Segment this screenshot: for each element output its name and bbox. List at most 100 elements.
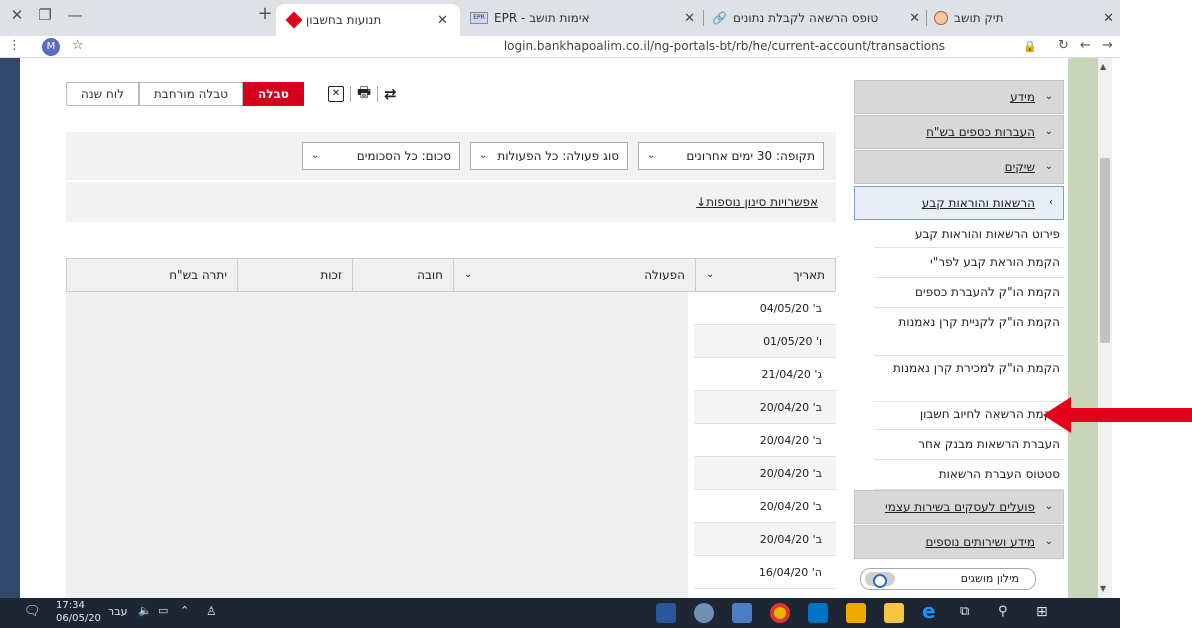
- people-icon[interactable]: ♙: [206, 604, 217, 618]
- app-icon[interactable]: [694, 603, 714, 623]
- search-icon[interactable]: ⚲: [998, 604, 1008, 619]
- column-debit[interactable]: חובה: [352, 259, 453, 291]
- chevron-down-icon: ⌄: [311, 150, 320, 161]
- glossary-toggle[interactable]: [865, 572, 895, 588]
- reload-icon[interactable]: ↻: [1058, 38, 1069, 53]
- volume-icon[interactable]: 🔈: [138, 604, 152, 617]
- sidebar-item-pri-order[interactable]: הקמת הוראת קבע לפר"י: [874, 252, 1064, 278]
- close-tab-icon[interactable]: ✕: [909, 11, 920, 26]
- swap-icon[interactable]: ⇄: [384, 85, 397, 103]
- tab-epr[interactable]: ✕ אימות תושב - EPR EPR: [470, 6, 695, 30]
- print-icon[interactable]: 🖶: [357, 82, 371, 107]
- chrome-icon[interactable]: [770, 603, 790, 623]
- tab-resident-file[interactable]: ✕ תיק תושב: [934, 6, 1114, 30]
- sidebar-section-transfers[interactable]: ⌄ העברות כספים בש"ח: [854, 115, 1064, 149]
- task-view-icon[interactable]: ⧉: [960, 604, 969, 619]
- column-credit[interactable]: זכות: [237, 259, 352, 291]
- table-row[interactable]: ב' 20/04/20: [694, 457, 836, 490]
- sidebar-item-transfer-order[interactable]: הקמת הו"ק להעברת כספים: [874, 282, 1064, 308]
- scroll-thumb[interactable]: [1100, 158, 1110, 343]
- sidebar-item-authorizations-status[interactable]: סטטוס העברת הרשאות: [874, 464, 1064, 490]
- chevron-down-icon: ⌄: [1044, 161, 1053, 172]
- column-action-label: הפעולה: [644, 268, 685, 282]
- windows-start-icon[interactable]: ⊞: [1036, 604, 1048, 620]
- app-icon[interactable]: [732, 603, 752, 623]
- chevron-up-icon[interactable]: ⌃: [180, 604, 189, 617]
- column-debit-label: חובה: [417, 268, 443, 282]
- avatar[interactable]: M: [42, 38, 60, 56]
- sidebar-section-label: שיקים: [1004, 160, 1035, 174]
- chevron-down-icon: ⌄: [479, 150, 488, 161]
- sidebar-item-sell-fund-order[interactable]: הקמת הו"ק למכירת קרן נאמנות: [874, 358, 1064, 402]
- action-type-dropdown[interactable]: סוג פעולה: כל הפעולות ⌄: [470, 142, 628, 170]
- tab-title: תנועות בחשבון: [306, 13, 382, 27]
- chevron-down-icon: ⌄: [647, 150, 656, 161]
- network-icon[interactable]: ▭: [158, 604, 168, 617]
- column-balance[interactable]: יתרה בש"ח: [67, 259, 237, 291]
- store-icon[interactable]: [846, 603, 866, 623]
- view-extended-button[interactable]: טבלה מורחבת: [138, 82, 243, 106]
- minimize-window-icon[interactable]: —: [64, 6, 86, 24]
- chevron-down-icon: ⌄: [1044, 126, 1053, 137]
- forward-icon[interactable]: →: [1102, 38, 1113, 53]
- sidebar-item-transfer-authorizations[interactable]: העברת הרשאות מבנק אחר: [874, 434, 1064, 460]
- star-icon[interactable]: ☆: [72, 38, 84, 53]
- notification-icon[interactable]: 🗨: [24, 604, 41, 619]
- column-date[interactable]: תאריך ⌄: [695, 259, 835, 291]
- tab-transactions[interactable]: ✕ תנועות בחשבון: [276, 4, 460, 36]
- column-credit-label: זכות: [320, 268, 342, 282]
- glossary-toggle-box[interactable]: מילון מושגים: [860, 568, 1036, 590]
- sidebar-section-more-services[interactable]: ⌄ מידע ושירותים נוספים: [854, 525, 1064, 559]
- page-scrollbar[interactable]: ▲ ▼: [1098, 58, 1112, 598]
- table-row[interactable]: ב' 20/04/20: [694, 391, 836, 424]
- advanced-filter-link[interactable]: אפשרויות סינון נוספות↓: [696, 195, 818, 209]
- link-icon: 🔗: [712, 11, 727, 25]
- view-calendar-button[interactable]: לוח שנה: [66, 82, 139, 106]
- sidebar-section-info[interactable]: ⌄ מידע: [854, 80, 1064, 114]
- close-window-icon[interactable]: ✕: [6, 6, 28, 24]
- amount-dropdown[interactable]: סכום: כל הסכומים ⌄: [302, 142, 460, 170]
- language-indicator[interactable]: עבר: [108, 605, 127, 618]
- clock[interactable]: 17:34 06/05/20: [56, 599, 101, 625]
- url-field[interactable]: login.bankhapoalim.co.il/ng-portals-bt/r…: [504, 39, 945, 53]
- table-row[interactable]: ב' 04/05/20: [694, 292, 836, 325]
- new-tab-button[interactable]: +: [254, 3, 276, 24]
- table-row[interactable]: ו' 01/05/20: [694, 325, 836, 358]
- tab-divider: [703, 10, 704, 26]
- edge-icon[interactable]: e: [922, 599, 936, 623]
- table-row[interactable]: ב' 20/04/20: [694, 424, 836, 457]
- view-table-button[interactable]: טבלה: [242, 82, 304, 106]
- menu-icon[interactable]: ⋮: [8, 38, 21, 53]
- column-action[interactable]: הפעולה ⌄: [453, 259, 695, 291]
- tab-title: אימות תושב - EPR: [494, 11, 590, 25]
- outlook-icon[interactable]: [808, 603, 828, 623]
- lock-icon: 🔒: [1023, 40, 1037, 53]
- close-tab-icon[interactable]: ✕: [684, 11, 695, 26]
- tab-consent-form[interactable]: ✕ טופס הרשאה לקבלת נתונים 🔗: [712, 6, 920, 30]
- sidebar-section-standing-orders[interactable]: › הרשאות והוראות קבע: [854, 186, 1064, 220]
- sidebar-item-standing-orders-list[interactable]: פירוט הרשאות והוראות קבע: [874, 224, 1064, 248]
- scroll-down-icon[interactable]: ▼: [1100, 584, 1106, 593]
- sidebar-section-checks[interactable]: ⌄ שיקים: [854, 150, 1064, 184]
- restore-window-icon[interactable]: ❐: [34, 6, 56, 24]
- word-icon[interactable]: [656, 603, 676, 623]
- chevron-down-icon: ⌄: [464, 269, 473, 280]
- table-row[interactable]: ב' 20/04/20: [694, 523, 836, 556]
- excel-export-icon[interactable]: ✕: [328, 86, 344, 102]
- scroll-up-icon[interactable]: ▲: [1100, 62, 1106, 71]
- file-explorer-icon[interactable]: [884, 603, 904, 623]
- sidebar-section-business[interactable]: ⌄ פועלים לעסקים בשירות עצמי: [854, 490, 1064, 524]
- sidebar-item-buy-fund-order[interactable]: הקמת הו"ק לקניית קרן נאמנות: [874, 312, 1064, 356]
- chevron-down-icon: ⌄: [1044, 536, 1053, 547]
- sidebar-item-debit-authorization[interactable]: הקמת הרשאה לחיוב חשבון: [874, 404, 1064, 430]
- close-tab-icon[interactable]: ✕: [437, 13, 448, 28]
- table-row[interactable]: ב' 20/04/20: [694, 490, 836, 523]
- table-row[interactable]: ג' 21/04/20: [694, 358, 836, 391]
- close-tab-icon[interactable]: ✕: [1103, 11, 1114, 26]
- arrow-down-icon: ↓: [696, 195, 707, 209]
- period-dropdown[interactable]: תקופה: 30 ימים אחרונים ⌄: [638, 142, 824, 170]
- back-icon[interactable]: ←: [1080, 38, 1091, 53]
- epr-icon: EPR: [470, 12, 488, 24]
- sidebar-section-label: פועלים לעסקים בשירות עצמי: [885, 500, 1035, 514]
- table-row[interactable]: ה' 16/04/20: [694, 556, 836, 589]
